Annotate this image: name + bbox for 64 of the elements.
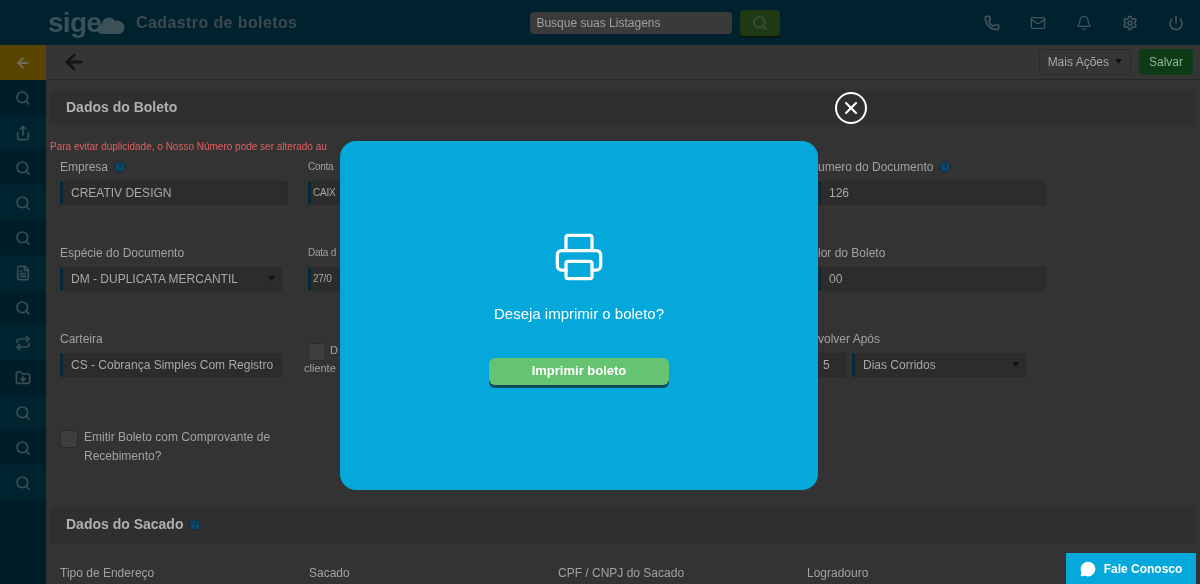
sidebar-item[interactable] bbox=[0, 115, 46, 150]
notice-text: Para evitar duplicidade, o Nosso Número pode ser alterado au bbox=[50, 139, 327, 154]
field-label: Conta bbox=[308, 160, 334, 175]
text-field[interactable]: CAIX bbox=[308, 180, 340, 205]
close-button[interactable] bbox=[835, 92, 867, 124]
field-label: Tipo de Endereço bbox=[60, 566, 155, 580]
mail-icon[interactable] bbox=[1030, 14, 1046, 31]
text-field[interactable]: 27/0 bbox=[308, 266, 340, 291]
select-field[interactable]: Dias Corridos bbox=[852, 352, 1026, 377]
printer-icon bbox=[553, 231, 605, 283]
text-field[interactable]: 00 bbox=[818, 266, 1046, 291]
search-icon bbox=[15, 404, 31, 421]
search-icon bbox=[15, 439, 31, 456]
sidebar-item[interactable] bbox=[0, 395, 46, 430]
search-icon bbox=[15, 474, 31, 491]
search-icon bbox=[15, 89, 31, 106]
caret-icon bbox=[1012, 362, 1019, 368]
search-icon bbox=[15, 159, 31, 176]
field-label: CPF / CNPJ do Sacado bbox=[558, 566, 685, 580]
select-field[interactable]: DM - DUPLICATA MERCANTIL bbox=[60, 266, 282, 291]
search-icon bbox=[15, 229, 31, 246]
field-label: volver Após bbox=[818, 330, 881, 348]
text-field[interactable]: 126 bbox=[818, 180, 1046, 205]
logo: sige bbox=[48, 8, 126, 37]
field-label: Carteira bbox=[60, 330, 103, 348]
sidebar-item[interactable] bbox=[0, 185, 46, 220]
sidebar-item[interactable] bbox=[0, 465, 46, 500]
checkbox-label: cliente bbox=[304, 360, 336, 376]
sidebar-back-item[interactable] bbox=[0, 45, 46, 80]
number-field[interactable]: 5 bbox=[818, 352, 846, 377]
field-label: Espécie do Documento bbox=[60, 244, 185, 262]
field-label: umero do Documento bbox=[818, 158, 934, 176]
field-label: Sacado bbox=[309, 566, 350, 580]
checkbox-label: D bbox=[330, 342, 338, 358]
sidebar-item[interactable] bbox=[0, 255, 46, 290]
page-title: Cadastro de boletos bbox=[136, 12, 298, 33]
field-label: lor do Boleto bbox=[818, 244, 886, 262]
field-label: Data d bbox=[308, 246, 336, 261]
share-icon bbox=[15, 124, 31, 141]
search-field[interactable]: Busque suas Listagens bbox=[530, 11, 733, 34]
chat-icon bbox=[1079, 560, 1096, 577]
section-title: Dados do Sacado bbox=[66, 515, 184, 535]
section-title: Dados do Boleto bbox=[66, 97, 178, 117]
settings-icon[interactable] bbox=[1122, 14, 1138, 31]
repeat-icon bbox=[15, 334, 31, 351]
bell-icon[interactable] bbox=[1076, 14, 1092, 31]
power-icon[interactable] bbox=[1168, 14, 1184, 31]
caret-icon bbox=[1115, 59, 1122, 65]
folder-icon bbox=[15, 369, 31, 386]
field-label: Logradouro bbox=[807, 566, 869, 580]
select-field[interactable]: CS - Cobrança Simples Com Registro bbox=[60, 352, 282, 377]
search-icon bbox=[15, 299, 31, 316]
dialog-question: Deseja imprimir o boleto? bbox=[493, 304, 665, 324]
search-icon bbox=[15, 194, 31, 211]
field-label: Empresa bbox=[60, 158, 109, 176]
caret-icon bbox=[268, 276, 275, 282]
sidebar-item[interactable] bbox=[0, 325, 46, 360]
save-button[interactable]: Salvar bbox=[1139, 48, 1193, 75]
phone-icon[interactable] bbox=[984, 14, 1000, 31]
checkbox-label: Emitir Boleto com Comprovante de Recebimento? bbox=[84, 428, 272, 465]
text-field[interactable]: CREATIV DESIGN bbox=[60, 180, 288, 205]
more-actions-button[interactable]: Mais Ações bbox=[1038, 48, 1131, 75]
search-button[interactable] bbox=[740, 9, 781, 36]
search-icon bbox=[752, 14, 769, 31]
